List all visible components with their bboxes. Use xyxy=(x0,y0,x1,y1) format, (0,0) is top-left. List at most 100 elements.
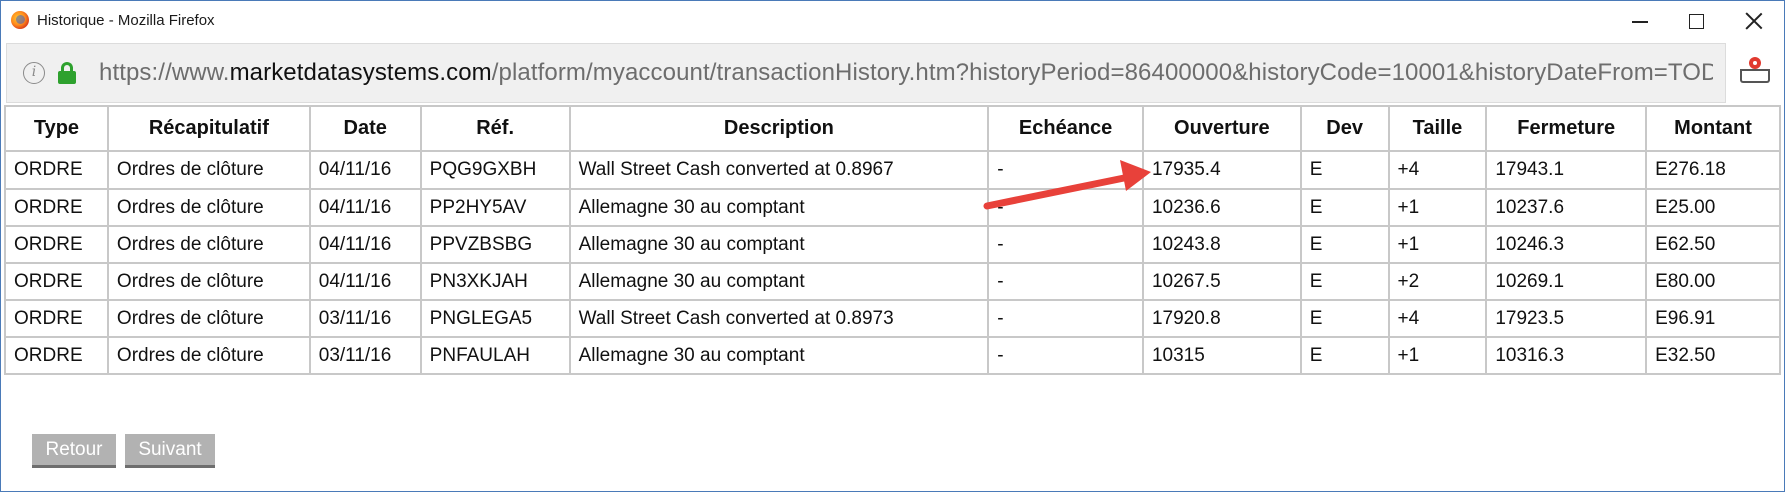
table-cell: +1 xyxy=(1387,336,1488,375)
info-icon[interactable]: i xyxy=(23,62,45,84)
table-cell: 03/11/16 xyxy=(308,336,422,375)
table-cell: +4 xyxy=(1387,299,1488,338)
table-cell: PNFAULAH xyxy=(419,336,571,375)
table-cell: 10237.6 xyxy=(1485,188,1648,227)
pocket-icon[interactable] xyxy=(1739,57,1771,85)
title-bar: Historique - Mozilla Firefox xyxy=(1,1,1784,41)
table-cell: ORDRE xyxy=(4,225,109,264)
table-cell: Allemagne 30 au comptant xyxy=(568,336,990,375)
column-header: Type xyxy=(4,105,109,152)
table-cell: PNGLEGA5 xyxy=(419,299,571,338)
table-cell: 17920.8 xyxy=(1141,299,1302,338)
minimize-button[interactable] xyxy=(1611,1,1669,41)
table-cell: Allemagne 30 au comptant xyxy=(568,262,990,301)
close-button[interactable] xyxy=(1725,1,1783,41)
table-cell: Ordres de clôture xyxy=(106,336,311,375)
next-button[interactable]: Suivant xyxy=(125,434,215,468)
browser-window: Historique - Mozilla Firefox i https://w… xyxy=(0,0,1785,492)
transaction-history-table: Type Récapitulatif Date Réf. Description… xyxy=(4,105,1781,375)
table-cell: 10243.8 xyxy=(1141,225,1302,264)
column-header: Ouverture xyxy=(1141,105,1302,152)
table-cell: - xyxy=(987,150,1144,190)
table-cell: Allemagne 30 au comptant xyxy=(568,188,990,227)
close-icon xyxy=(1745,12,1763,30)
url-domain: marketdatasystems.com xyxy=(229,59,492,86)
table-cell: 17935.4 xyxy=(1141,150,1302,190)
firefox-icon xyxy=(11,11,29,29)
table-cell: +1 xyxy=(1387,188,1488,227)
column-header: Fermeture xyxy=(1485,105,1648,152)
table-row: ORDRE Ordres de clôture 03/11/16 PNGLEGA… xyxy=(4,299,1781,338)
table-cell: E25.00 xyxy=(1645,188,1781,227)
lock-icon[interactable] xyxy=(57,62,77,84)
table-cell: 10315 xyxy=(1141,336,1302,375)
table-cell: Ordres de clôture xyxy=(106,188,311,227)
maximize-icon xyxy=(1688,13,1704,29)
url-path: /platform/myaccount/transactionHistory.h… xyxy=(491,59,1713,86)
table-cell: E xyxy=(1299,188,1390,227)
maximize-button[interactable] xyxy=(1667,1,1725,41)
table-row: ORDRE Ordres de clôture 04/11/16 PPVZBSB… xyxy=(4,225,1781,264)
table-row: ORDRE Ordres de clôture 04/11/16 PN3XKJA… xyxy=(4,262,1781,301)
table-cell: ORDRE xyxy=(4,188,109,227)
table-cell: Ordres de clôture xyxy=(106,262,311,301)
window-title: Historique - Mozilla Firefox xyxy=(37,12,215,29)
table-cell: E xyxy=(1299,150,1390,190)
table-cell: Ordres de clôture xyxy=(106,299,311,338)
table-cell: PQG9GXBH xyxy=(419,150,571,190)
table-cell: ORDRE xyxy=(4,262,109,301)
table-cell: E32.50 xyxy=(1645,336,1781,375)
table-cell: E80.00 xyxy=(1645,262,1781,301)
column-header: Dev xyxy=(1299,105,1390,152)
table-cell: - xyxy=(987,225,1144,264)
table-cell: E xyxy=(1299,225,1390,264)
table-cell: E276.18 xyxy=(1645,150,1781,190)
table-cell: ORDRE xyxy=(4,299,109,338)
table-cell: +2 xyxy=(1387,262,1488,301)
table-cell: Wall Street Cash converted at 0.8967 xyxy=(568,150,990,190)
column-header: Taille xyxy=(1387,105,1488,152)
table-cell: - xyxy=(987,299,1144,338)
table-cell: ORDRE xyxy=(4,336,109,375)
table-cell: Ordres de clôture xyxy=(106,225,311,264)
previous-button[interactable]: Retour xyxy=(32,434,116,468)
table-cell: +4 xyxy=(1387,150,1488,190)
table-cell: - xyxy=(987,336,1144,375)
column-header: Description xyxy=(568,105,990,152)
column-header: Réf. xyxy=(419,105,571,152)
table-cell: 03/11/16 xyxy=(308,299,422,338)
table-cell: 04/11/16 xyxy=(308,188,422,227)
table-row: ORDRE Ordres de clôture 04/11/16 PQG9GXB… xyxy=(4,150,1781,190)
table-row: ORDRE Ordres de clôture 04/11/16 PP2HY5A… xyxy=(4,188,1781,227)
table-cell: 17943.1 xyxy=(1485,150,1648,190)
table-cell: Wall Street Cash converted at 0.8973 xyxy=(568,299,990,338)
minimize-icon xyxy=(1632,21,1648,23)
column-header: Récapitulatif xyxy=(106,105,311,152)
table-cell: Allemagne 30 au comptant xyxy=(568,225,990,264)
table-cell: - xyxy=(987,262,1144,301)
url-text[interactable]: https://www.marketdatasystems.com/platfo… xyxy=(99,59,1713,87)
table-cell: ORDRE xyxy=(4,150,109,190)
table-cell: 04/11/16 xyxy=(308,262,422,301)
table-cell: E96.91 xyxy=(1645,299,1781,338)
table-row: ORDRE Ordres de clôture 03/11/16 PNFAULA… xyxy=(4,336,1781,375)
address-bar[interactable]: i https://www.marketdatasystems.com/plat… xyxy=(6,43,1726,103)
table-cell: E62.50 xyxy=(1645,225,1781,264)
table-cell: E xyxy=(1299,299,1390,338)
table-cell: 10269.1 xyxy=(1485,262,1648,301)
table-cell: Ordres de clôture xyxy=(106,150,311,190)
table-cell: - xyxy=(987,188,1144,227)
column-header: Montant xyxy=(1645,105,1781,152)
table-cell: 04/11/16 xyxy=(308,225,422,264)
table-cell: E xyxy=(1299,262,1390,301)
column-header: Echéance xyxy=(987,105,1144,152)
table-cell: PN3XKJAH xyxy=(419,262,571,301)
table-cell: 10267.5 xyxy=(1141,262,1302,301)
table-cell: +1 xyxy=(1387,225,1488,264)
url-prefix: https://www. xyxy=(99,59,230,86)
table-cell: 10236.6 xyxy=(1141,188,1302,227)
table-cell: PPVZBSBG xyxy=(419,225,571,264)
table-cell: E xyxy=(1299,336,1390,375)
table-cell: 10316.3 xyxy=(1485,336,1648,375)
table-header-row: Type Récapitulatif Date Réf. Description… xyxy=(4,105,1781,152)
